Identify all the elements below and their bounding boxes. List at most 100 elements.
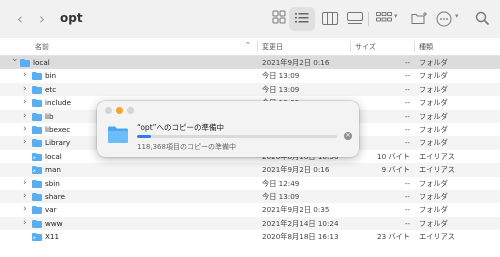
folder-icon: [32, 192, 42, 201]
name-column-header[interactable]: 名前: [35, 42, 49, 52]
file-row[interactable]: › share 今日 13:09 -- フォルダ: [0, 189, 500, 204]
disclosure-collapsed-icon[interactable]: ›: [23, 177, 27, 190]
file-name: libexec: [45, 124, 71, 134]
file-kind: フォルダ: [419, 205, 448, 215]
disclosure-collapsed-icon[interactable]: ›: [23, 203, 27, 216]
file-row[interactable]: › bin 今日 13:09 -- フォルダ: [0, 69, 500, 82]
column-view-icon[interactable]: [322, 12, 338, 30]
folder-alias-icon: [32, 166, 42, 175]
file-name: www: [45, 218, 63, 228]
search-icon[interactable]: [475, 11, 490, 29]
folder-alias-icon: [32, 152, 42, 161]
sort-chevron-up-icon[interactable]: ⌃: [245, 41, 251, 49]
file-size: --: [404, 98, 410, 108]
column-divider[interactable]: [257, 41, 258, 52]
folder-share-icon[interactable]: [411, 11, 428, 29]
copy-progress-bar: [137, 135, 337, 138]
file-kind: エイリアス: [419, 232, 455, 242]
file-kind: フォルダ: [419, 138, 448, 148]
file-row[interactable]: man 2021年9月2日 0:16 9 バイト エイリアス: [0, 163, 500, 177]
folder-icon: [32, 112, 42, 121]
file-name: local: [33, 58, 50, 67]
disclosure-collapsed-icon[interactable]: ›: [23, 190, 27, 203]
file-kind: フォルダ: [419, 58, 448, 67]
file-size: --: [404, 124, 410, 134]
file-kind: フォルダ: [419, 111, 448, 121]
disclosure-expanded-icon[interactable]: ⌄: [11, 53, 19, 66]
disclosure-collapsed-icon[interactable]: ›: [23, 83, 27, 96]
file-date: 今日 13:09: [262, 191, 300, 201]
copy-progress-dialog: “opt”へのコピーの準備中 118,368項目のコピーの準備中: [97, 101, 359, 157]
disclosure-collapsed-icon[interactable]: ›: [23, 69, 27, 82]
gallery-view-icon[interactable]: [347, 12, 363, 30]
file-date: 今日 13:09: [262, 84, 300, 94]
file-name: X11: [45, 232, 60, 242]
folder-icon: [107, 125, 129, 148]
copy-dialog-status: 118,368項目のコピーの準備中: [137, 143, 236, 151]
file-name: man: [45, 165, 61, 175]
file-kind: フォルダ: [419, 218, 448, 228]
file-kind: フォルダ: [419, 124, 448, 134]
file-size: --: [404, 71, 410, 81]
file-size: --: [404, 111, 410, 121]
stop-icon[interactable]: ✕: [344, 132, 352, 140]
file-row[interactable]: › www 2021年2月14日 10:24 -- フォルダ: [0, 216, 500, 231]
file-name: lib: [45, 111, 54, 121]
more-icon[interactable]: [436, 11, 452, 29]
kind-column-header[interactable]: 種類: [419, 42, 433, 52]
column-divider[interactable]: [414, 41, 415, 52]
file-row[interactable]: › sbin 今日 12:49 -- フォルダ: [0, 177, 500, 190]
disclosure-collapsed-icon[interactable]: ›: [23, 96, 27, 109]
file-name: include: [45, 98, 72, 108]
zoom-window-button[interactable]: [127, 107, 134, 114]
chevron-down-icon[interactable]: ▾: [394, 12, 398, 20]
folder-icon: [32, 206, 42, 215]
disclosure-collapsed-icon[interactable]: ›: [23, 217, 27, 230]
file-kind: フォルダ: [419, 84, 448, 94]
file-date: 今日 13:09: [262, 71, 300, 81]
file-size: --: [404, 218, 410, 228]
file-name: local: [45, 151, 62, 161]
file-size: --: [404, 178, 410, 188]
list-view-icon[interactable]: [295, 12, 309, 30]
close-window-button[interactable]: [105, 107, 112, 114]
file-date: 2021年2月14日 10:24: [262, 218, 339, 228]
file-kind: フォルダ: [419, 178, 448, 188]
file-size: --: [404, 84, 410, 94]
folder-icon: [32, 139, 42, 148]
icon-view-icon[interactable]: [272, 10, 286, 28]
chevron-right-icon[interactable]: ›: [34, 10, 50, 28]
file-size: 10 バイト: [377, 151, 410, 161]
disclosure-collapsed-icon[interactable]: ›: [23, 110, 27, 123]
folder-icon: [32, 99, 42, 108]
group-icon[interactable]: [376, 12, 392, 30]
file-size: 9 バイト: [381, 165, 410, 175]
file-row[interactable]: ⌄ local 2021年9月2日 0:16 -- フォルダ: [0, 53, 500, 70]
folder-icon: [20, 59, 30, 67]
file-row[interactable]: › etc 今日 13:09 -- フォルダ: [0, 82, 500, 97]
file-row[interactable]: X11 2020年8月18日 16:13 23 バイト エイリアス: [0, 230, 500, 243]
window-title: opt: [60, 11, 83, 25]
file-kind: エイリアス: [419, 165, 455, 175]
minimize-window-button[interactable]: [116, 107, 123, 114]
folder-icon: [32, 179, 42, 188]
file-name: share: [45, 191, 65, 201]
folder-icon: [32, 219, 42, 228]
date-column-header[interactable]: 変更日: [262, 42, 283, 52]
chevron-left-icon[interactable]: ‹: [12, 10, 28, 28]
file-name: etc: [45, 84, 57, 94]
folder-icon: [32, 72, 42, 81]
file-date: 2021年9月2日 0:16: [262, 58, 330, 67]
file-row[interactable]: › var 2021年9月2日 0:35 -- フォルダ: [0, 203, 500, 216]
toolbar: ‹ › opt ▾ ▾: [0, 0, 500, 39]
file-size: --: [404, 205, 410, 215]
file-size: --: [404, 138, 410, 148]
disclosure-collapsed-icon[interactable]: ›: [23, 123, 27, 136]
file-date: 2020年8月18日 16:13: [262, 232, 339, 242]
disclosure-collapsed-icon[interactable]: ›: [23, 136, 27, 149]
column-divider[interactable]: [350, 41, 351, 52]
size-column-header[interactable]: サイズ: [355, 42, 376, 52]
file-kind: エイリアス: [419, 151, 455, 161]
chevron-down-icon[interactable]: ▾: [455, 12, 459, 20]
copy-dialog-title: “opt”へのコピーの準備中: [137, 123, 225, 132]
